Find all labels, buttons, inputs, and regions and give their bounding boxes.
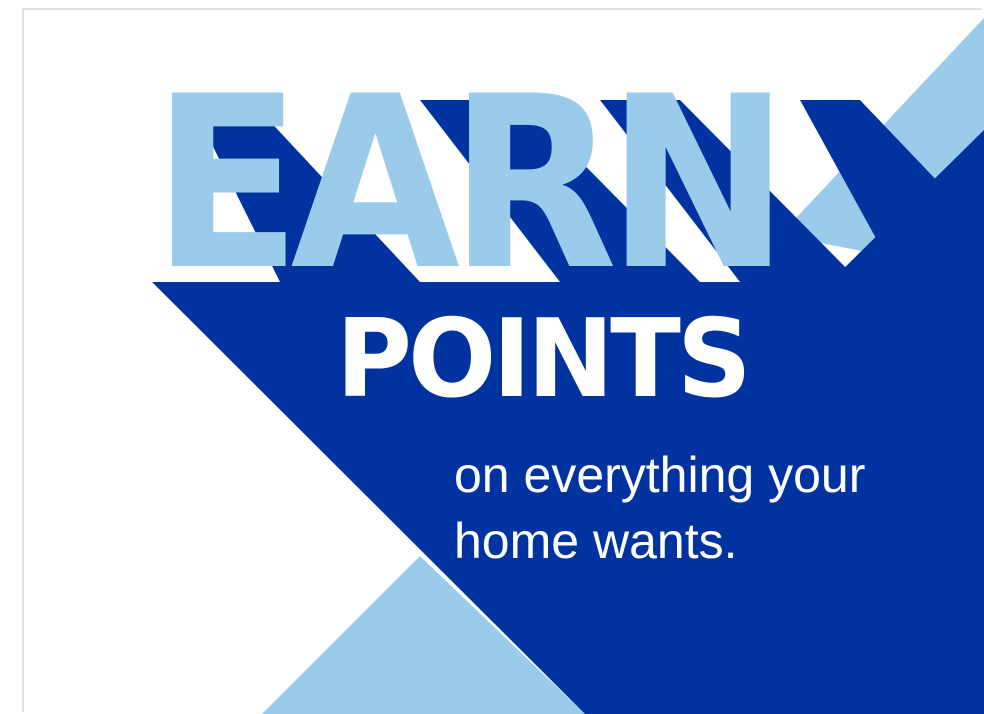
tagline-line-2: home wants. [454, 513, 738, 569]
tagline-line-1: on everything your [454, 447, 866, 503]
tagline: on everything your home wants. [454, 442, 974, 574]
promo-banner[interactable]: EARN POINTS on everything your home want… [0, 0, 984, 714]
earn-headline: EARN [152, 46, 790, 323]
points-subheadline: POINTS [336, 297, 752, 422]
